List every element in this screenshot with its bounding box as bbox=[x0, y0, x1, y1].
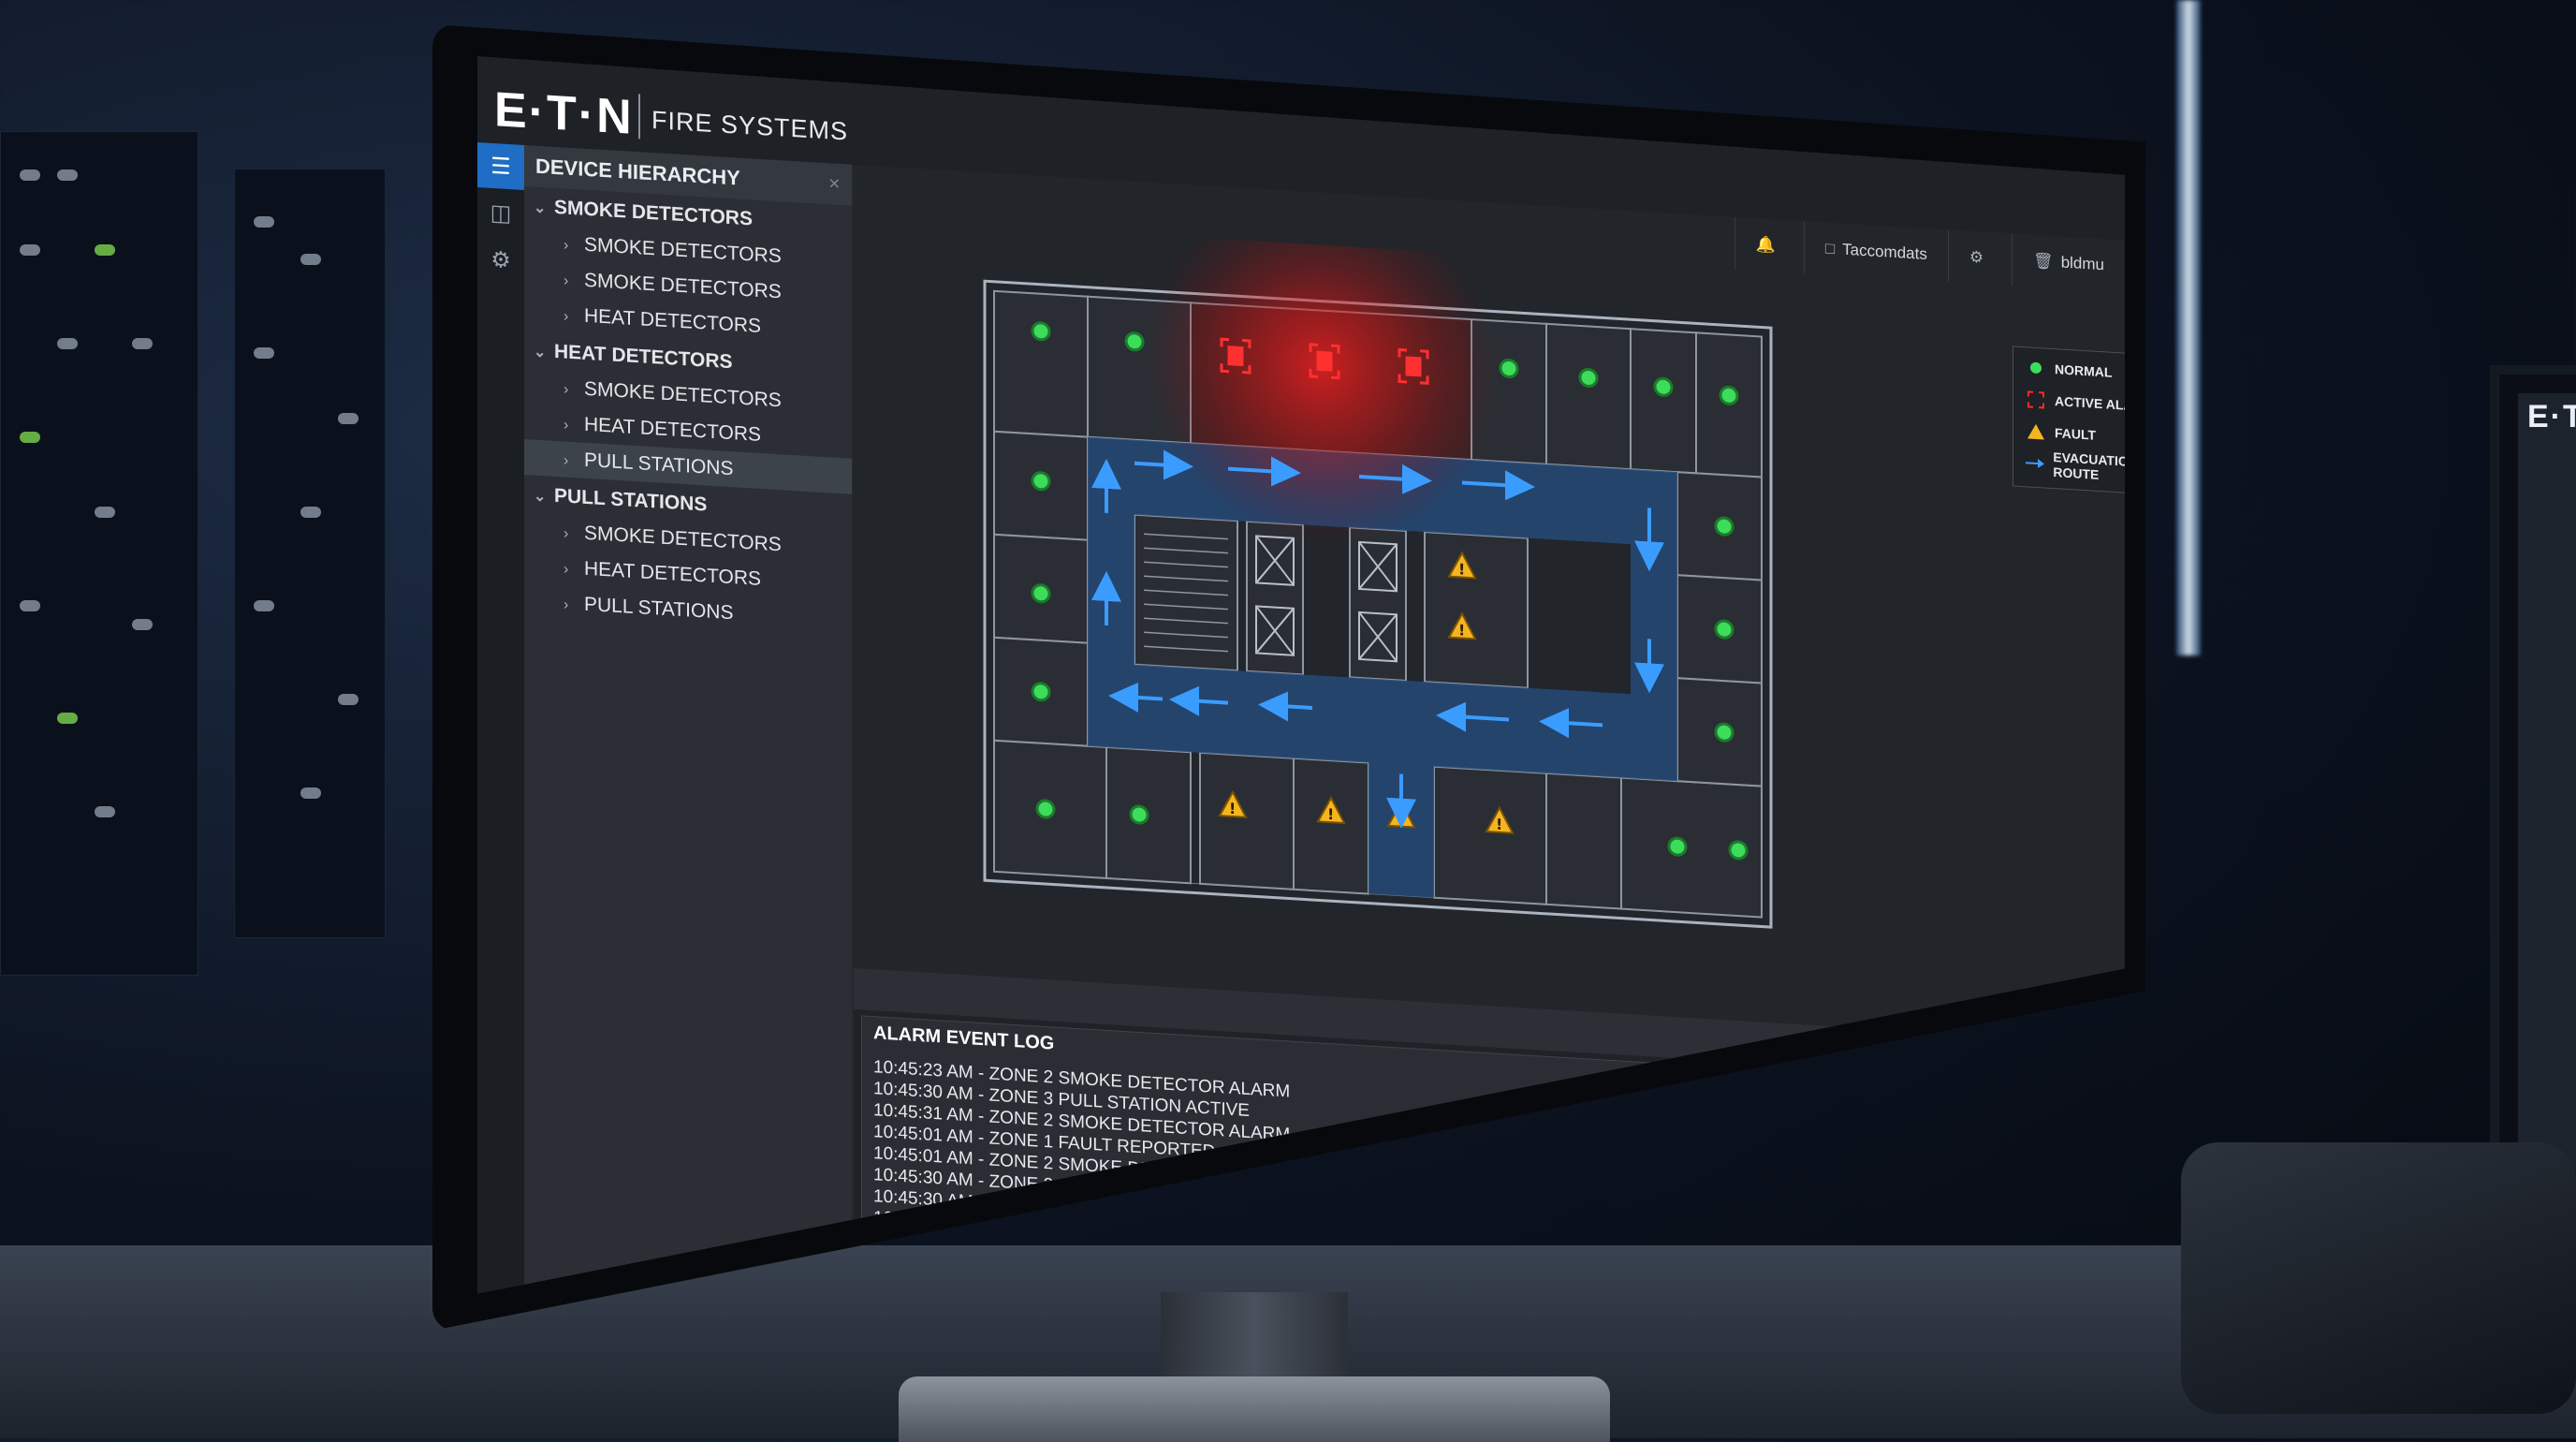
app-window: E·T·N FIRE SYSTEMS ☰ ◫ ⚙ DEVICE HIERARCH… bbox=[477, 56, 2125, 1294]
chevron-down-icon: ⌄ bbox=[534, 344, 547, 361]
chevron-right-icon: › bbox=[564, 417, 569, 434]
chevron-right-icon: › bbox=[564, 525, 569, 542]
trash-icon: 🗑 bbox=[2033, 251, 2054, 272]
device-hierarchy-panel: DEVICE HIERARCHY ✕ ⌄ SMOKE DETECTORS › SMO… bbox=[524, 144, 852, 1294]
map-icon[interactable]: ◫ bbox=[477, 189, 524, 237]
settings-gear-icon[interactable]: ⚙ bbox=[477, 236, 524, 284]
view-settings-button[interactable]: ⚙ bbox=[1947, 229, 2012, 287]
warning-triangle-icon bbox=[2025, 420, 2047, 442]
product-name: FIRE SYSTEMS bbox=[651, 106, 849, 146]
ceiling-light bbox=[2176, 0, 2201, 655]
building-floor-plan[interactable]: ! ! ! ! ! ! bbox=[854, 216, 2125, 1061]
svg-text:!: ! bbox=[1327, 805, 1334, 823]
svg-text:!: ! bbox=[1229, 800, 1236, 817]
chevron-right-icon: › bbox=[564, 452, 569, 469]
logo-divider bbox=[638, 94, 640, 140]
alarm-bracket-icon bbox=[2025, 389, 2047, 410]
green-dot-icon bbox=[2025, 357, 2047, 378]
arrow-icon bbox=[2025, 452, 2045, 474]
menu-icon[interactable]: ☰ bbox=[477, 142, 524, 190]
folder-icon: □ bbox=[1824, 239, 1836, 258]
server-rack-mid bbox=[234, 169, 386, 938]
log-title: ALARM EVENT LOG bbox=[873, 1023, 1055, 1054]
svg-text:!: ! bbox=[1458, 621, 1465, 639]
chevron-right-icon: › bbox=[564, 381, 569, 398]
desk-phone bbox=[2181, 1142, 2576, 1414]
nav-rail: ☰ ◫ ⚙ bbox=[477, 142, 524, 1294]
close-icon[interactable]: ✕ bbox=[2086, 1047, 2106, 1077]
close-icon[interactable]: ✕ bbox=[828, 174, 841, 194]
svg-text:!: ! bbox=[1458, 560, 1465, 578]
chevron-right-icon: › bbox=[564, 596, 569, 613]
bell-icon: 🔔 bbox=[1755, 235, 1776, 255]
legend-evac: EVACUATION ROUTE bbox=[2025, 449, 2125, 486]
delete-button[interactable]: 🗑 bldmu bbox=[2012, 233, 2125, 293]
gear-icon: ⚙ bbox=[1969, 247, 1984, 267]
chevron-right-icon: › bbox=[564, 237, 569, 254]
legend-fault: FAULT bbox=[2025, 417, 2096, 449]
floor-plan-view: 🔔 □ Taccomdats ⚙ 🗑 bldmu ! ! ! ! ! NORMA… bbox=[854, 164, 2125, 1294]
legend-normal: NORMAL bbox=[2025, 353, 2112, 387]
background-monitor: E·T bbox=[2490, 365, 2576, 1180]
svg-text:!: ! bbox=[1496, 816, 1502, 833]
chevron-right-icon: › bbox=[564, 561, 569, 578]
chevron-right-icon: › bbox=[564, 308, 569, 325]
notifications-button[interactable]: 🔔 bbox=[1734, 216, 1804, 274]
chevron-right-icon: › bbox=[564, 272, 569, 289]
chevron-down-icon: ⌄ bbox=[534, 199, 547, 217]
server-rack-left bbox=[0, 131, 198, 976]
scroll-up-icon[interactable]: ⌃ bbox=[2100, 1096, 2113, 1110]
scroll-thumb[interactable] bbox=[2101, 1133, 2111, 1199]
documents-button[interactable]: □ Taccomdats bbox=[1803, 221, 1948, 283]
chevron-down-icon: ⌄ bbox=[534, 488, 547, 506]
map-legend: NORMAL ACTIVE ALARM FAULT EVACUATION ROU… bbox=[2012, 346, 2125, 497]
monitor-stand-base bbox=[899, 1376, 1610, 1442]
eaton-logo: E·T·N bbox=[494, 82, 634, 145]
monitor-screen: E·T·N FIRE SYSTEMS ☰ ◫ ⚙ DEVICE HIERARCH… bbox=[477, 56, 2125, 1294]
